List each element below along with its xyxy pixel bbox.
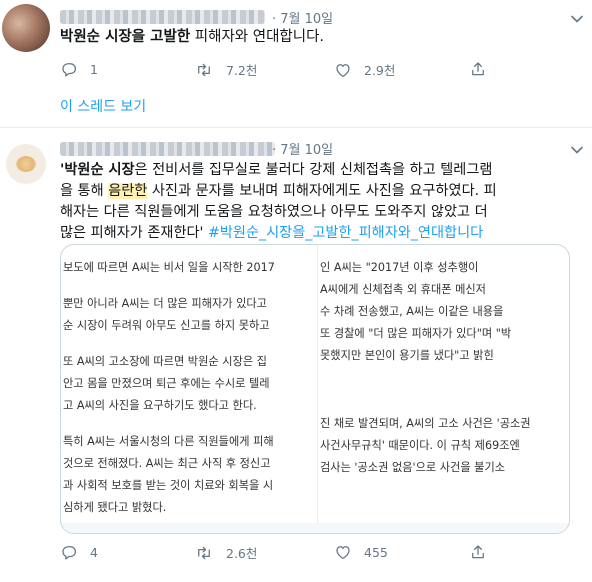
reply-button[interactable]: 4 (60, 543, 98, 561)
media-card[interactable]: 보도에 따르면 A씨는 비서 일을 시작한 2017 뿐만 아니라 A씨는 더 … (60, 244, 570, 534)
article-text-line: 특히 A씨는 서울시청의 다른 직원들에게 피해 (63, 435, 274, 448)
retweet-count: 2.6천 (226, 546, 258, 561)
article-text-line: 순 시장이 두려워 아무도 신고를 하지 못하고 (63, 319, 270, 332)
article-text-line: 것으로 전해졌다. A씨는 최근 사직 후 정신고 (63, 457, 271, 470)
article-text-line: 수 차례 전송했고, A씨는 이같은 내용을 (320, 305, 504, 318)
reply-button[interactable]: 1 (60, 60, 98, 78)
tweet-text: 박원순 시장을 고발한 피해자와 연대합니다. (60, 27, 324, 48)
tweet-date[interactable]: · 7월 10일 (272, 8, 333, 27)
like-count: 2.9천 (364, 63, 396, 78)
blurred-user-name[interactable] (60, 142, 275, 156)
tweet-text-line: 많은 피해자가 존재한다' (60, 225, 208, 241)
chevron-down-icon[interactable] (570, 12, 584, 26)
article-text-line: 안고 몸을 만졌으며 퇴근 후에는 수시로 텔레 (63, 377, 270, 390)
share-button[interactable] (469, 543, 487, 561)
like-button[interactable]: 2.9천 (334, 60, 395, 79)
retweet-count: 7.2천 (226, 63, 258, 78)
article-text-line: 또 경찰에 "더 많은 피해자가 있다"며 "박 (320, 327, 512, 340)
reply-icon (62, 63, 77, 77)
tweet-text-line: 은 전비서를 집무실로 불러다 강제 신체접촉을 하고 텔레그램 (134, 162, 493, 178)
show-thread-link[interactable]: 이 스레드 보기 (60, 96, 146, 116)
share-icon (472, 545, 484, 559)
chevron-down-icon[interactable] (570, 143, 584, 157)
retweet-icon (198, 546, 210, 559)
tweet-text-rest: 피해자와 연대합니다. (190, 29, 325, 45)
reply-icon (62, 546, 77, 560)
article-text-line: 뿐만 아니라 A씨는 더 많은 피해자가 있다고 (63, 297, 267, 310)
article-text-line: 과 사회적 보호를 받는 것이 치료와 회복을 시 (63, 479, 274, 492)
divider (0, 127, 592, 128)
article-text-line: 인 A씨는 "2017년 이후 성추행이 (320, 261, 479, 274)
avatar-image (16, 156, 36, 172)
hashtag-link[interactable]: #박원순_시장을_고발한_피해자와_연대합니다 (208, 225, 483, 241)
like-button[interactable]: 455 (334, 543, 388, 561)
media-image-right[interactable]: 인 A씨는 "2017년 이후 성추행이 A씨에게 신체접촉 외 휴대폰 메신저… (317, 245, 569, 533)
like-count: 455 (364, 544, 388, 560)
reply-count: 4 (90, 544, 98, 560)
article-text-line: 또 A씨의 고소장에 따르면 박원순 시장은 집 (63, 355, 267, 368)
article-text-line: A씨에게 신체접촉 외 휴대폰 메신저 (320, 283, 486, 296)
tweet-text-line: 해자는 다른 직원들에게 도움을 요청하였으나 아무도 도와주지 않았고 더 (60, 204, 488, 220)
article-text-line: 검사는 '공소권 없음'으로 사건을 불기소 (320, 461, 506, 474)
article-text-line: 사건사무규칙' 때문이다. 이 규칙 제69조엔 (320, 439, 520, 452)
tweet-text: '박원순 시장은 전비서를 집무실로 불러다 강제 신체접촉을 하고 텔레그램 … (60, 160, 497, 244)
retweet-button[interactable]: 2.6천 (194, 543, 257, 562)
heart-icon (336, 546, 350, 560)
tweet-text-line: 사진과 문자를 보내며 피해자에게도 사진을 요구하였다. 피 (147, 183, 497, 199)
heart-icon (336, 63, 350, 77)
share-icon (472, 62, 484, 76)
article-text-line: 보도에 따르면 A씨는 비서 일을 시작한 2017 (63, 261, 275, 274)
avatar[interactable] (2, 4, 50, 52)
article-text-line: 못했지만 본인이 용기를 냈다"고 밝힌 (320, 349, 494, 362)
card-bottom-bar (61, 523, 569, 533)
tweet-date[interactable]: · 7월 10일 (272, 139, 333, 158)
article-text-line: 심하게 됐다고 밝혔다. (63, 501, 167, 514)
share-button[interactable] (469, 60, 487, 78)
avatar[interactable] (6, 144, 46, 184)
tweet-text-line: 을 통해 (60, 183, 109, 199)
tweet-text-bold: 박원순 시장을 고발한 (60, 29, 191, 45)
highlighted-text: 음란한 (108, 183, 148, 199)
retweet-icon (198, 63, 210, 76)
reply-count: 1 (90, 61, 98, 77)
media-image-left[interactable]: 보도에 따르면 A씨는 비서 일을 시작한 2017 뿐만 아니라 A씨는 더 … (61, 245, 316, 533)
tweet-text-bold: '박원순 시장 (60, 162, 135, 178)
article-text-line: 진 채로 발견되며, A씨의 고소 사건은 '공소권 (320, 417, 531, 430)
retweet-button[interactable]: 7.2천 (194, 60, 257, 79)
blurred-user-name[interactable] (60, 10, 265, 24)
article-text-line: 고 A씨의 사진을 요구하기도 했다고 한다. (63, 399, 257, 412)
